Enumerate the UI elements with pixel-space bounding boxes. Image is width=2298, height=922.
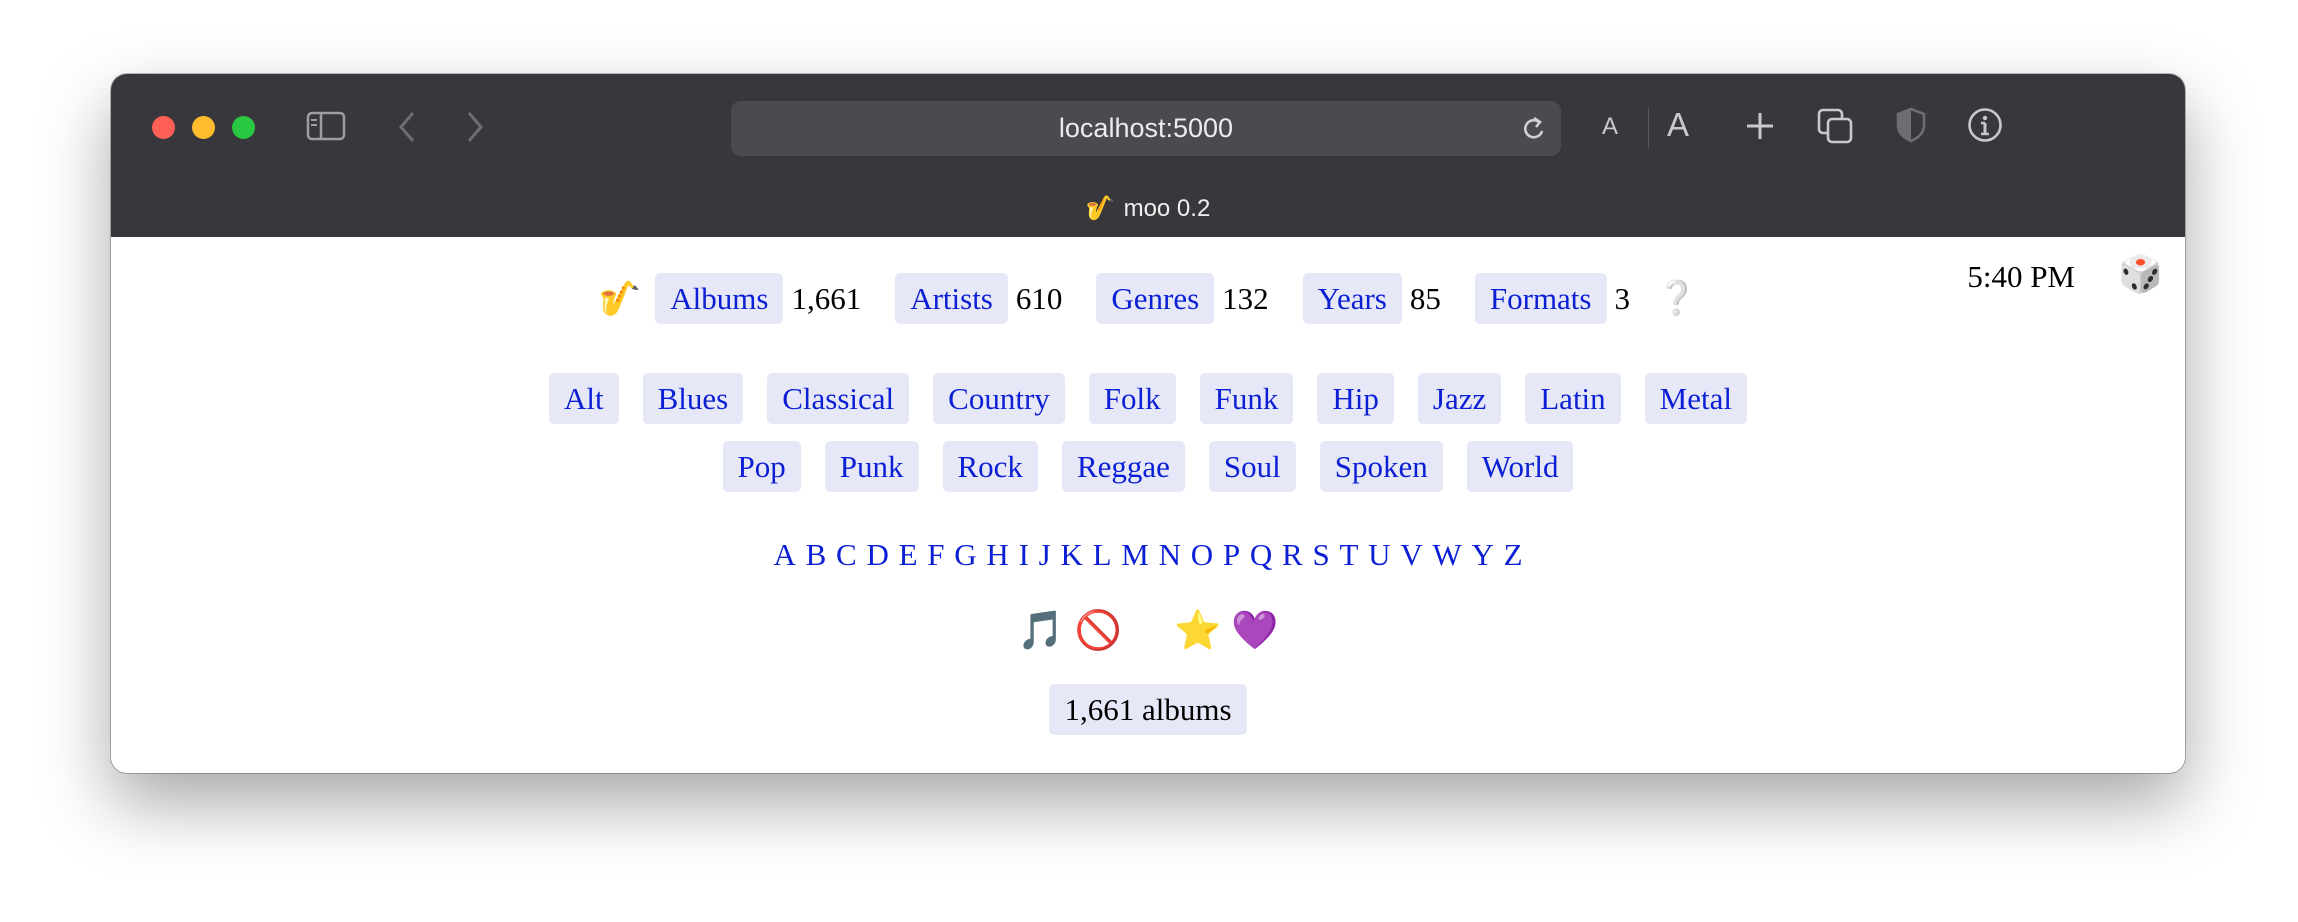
letter-link-i[interactable]: I (1019, 537, 1029, 572)
purple-heart-icon[interactable]: 💜 (1231, 610, 1278, 652)
genre-punk-button[interactable]: Punk (824, 441, 919, 492)
genre-spoken-button[interactable]: Spoken (1319, 441, 1443, 492)
saxophone-icon: 🎷 (1085, 195, 1116, 222)
letter-link-g[interactable]: G (954, 537, 976, 572)
genre-alt-button[interactable]: Alt (549, 373, 619, 424)
genre-blues-button[interactable]: Blues (642, 373, 744, 424)
stats-bar: 🎷 Albums 1,661 Artists 610 Genres 132 Years 85 Fo… (111, 273, 2185, 324)
artists-link[interactable]: Artists (895, 273, 1008, 324)
increase-font-button[interactable]: A (1667, 106, 1689, 144)
genre-hip-button[interactable]: Hip (1317, 373, 1394, 424)
genres-link[interactable]: Genres (1096, 273, 1215, 324)
privacy-shield-icon[interactable] (1896, 107, 1926, 143)
genre-reggae-button[interactable]: Reggae (1061, 441, 1185, 492)
genre-row-2: Pop Punk Rock Reggae Soul Spoken World (111, 441, 2185, 492)
back-icon[interactable] (396, 110, 418, 144)
address-bar[interactable]: localhost:5000 (731, 101, 1561, 156)
letter-link-l[interactable]: L (1093, 537, 1112, 572)
url-text[interactable]: localhost:5000 (731, 101, 1561, 156)
letter-link-w[interactable]: W (1432, 537, 1461, 572)
genre-metal-button[interactable]: Metal (1644, 373, 1747, 424)
letter-link-r[interactable]: R (1282, 537, 1303, 572)
album-total: 1,661 albums (111, 684, 2185, 735)
filter-icons: 🎵 🚫 ⭐ 💜 (111, 609, 2185, 653)
genre-folk-button[interactable]: Folk (1088, 373, 1176, 424)
genre-pop-button[interactable]: Pop (722, 441, 801, 492)
close-window-button[interactable] (152, 116, 175, 139)
toolbar-divider (1648, 108, 1649, 148)
letter-link-t[interactable]: T (1339, 537, 1358, 572)
genre-funk-button[interactable]: Funk (1199, 373, 1294, 424)
dice-icon[interactable]: 🎲 (2118, 253, 2163, 295)
alphabet-index: A B C D E F G H I J K L M N O P Q R S T … (111, 537, 2185, 573)
genre-country-button[interactable]: Country (933, 373, 1065, 424)
genre-rock-button[interactable]: Rock (942, 441, 1038, 492)
album-total-badge[interactable]: 1,661 albums (1049, 684, 1247, 735)
formats-link[interactable]: Formats (1474, 273, 1607, 324)
genre-classical-button[interactable]: Classical (767, 373, 910, 424)
help-icon[interactable]: ❔ (1656, 281, 1697, 317)
no-entry-icon[interactable]: 🚫 (1075, 610, 1122, 652)
tab-title[interactable]: 🎷 moo 0.2 (111, 192, 2185, 226)
years-link[interactable]: Years (1302, 273, 1402, 324)
forward-icon[interactable] (464, 110, 486, 144)
genre-world-button[interactable]: World (1466, 441, 1574, 492)
letter-link-q[interactable]: Q (1250, 537, 1272, 572)
letter-link-p[interactable]: P (1223, 537, 1240, 572)
minimize-window-button[interactable] (192, 116, 215, 139)
letter-link-j[interactable]: J (1039, 537, 1051, 572)
letter-link-k[interactable]: K (1060, 537, 1082, 572)
letter-link-o[interactable]: O (1191, 537, 1213, 572)
clock: 5:40 PM (1967, 259, 2075, 294)
tab-title-text: moo 0.2 (1123, 195, 1211, 222)
music-note-icon[interactable]: 🎵 (1017, 610, 1064, 652)
albums-link[interactable]: Albums (655, 273, 784, 324)
browser-toolbar: localhost:5000 A A 🎷 moo 0.2 (111, 74, 2185, 237)
new-tab-icon[interactable] (1744, 110, 1776, 142)
zoom-window-button[interactable] (232, 116, 255, 139)
info-icon[interactable] (1967, 107, 2003, 143)
letter-link-d[interactable]: D (866, 537, 888, 572)
letter-link-h[interactable]: H (986, 537, 1008, 572)
letter-link-m[interactable]: M (1121, 537, 1149, 572)
formats-count: 3 (1614, 280, 1631, 316)
genre-soul-button[interactable]: Soul (1208, 441, 1296, 492)
letter-link-a[interactable]: A (773, 537, 795, 572)
letter-link-f[interactable]: F (927, 537, 944, 572)
letter-link-n[interactable]: N (1159, 537, 1181, 572)
artists-count: 610 (1015, 280, 1063, 316)
sidebar-icon[interactable] (306, 111, 346, 141)
genres-count: 132 (1222, 280, 1269, 316)
genre-row-1: Alt Blues Classical Country Folk Funk Hip Jazz L… (111, 373, 2185, 424)
letter-link-y[interactable]: Y (1471, 537, 1493, 572)
letter-link-u[interactable]: U (1368, 537, 1390, 572)
tab-overview-icon[interactable] (1817, 108, 1853, 144)
browser-window: localhost:5000 A A 🎷 moo 0.2 🎷 Albums 1,661… (111, 74, 2185, 773)
letter-link-e[interactable]: E (899, 537, 918, 572)
letter-link-v[interactable]: V (1400, 537, 1422, 572)
years-count: 85 (1409, 280, 1441, 316)
albums-count: 1,661 (791, 280, 862, 316)
letter-link-b[interactable]: B (806, 537, 827, 572)
page-content: 🎷 Albums 1,661 Artists 610 Genres 132 Years 85 Fo… (111, 237, 2185, 773)
letter-link-s[interactable]: S (1312, 537, 1329, 572)
letter-link-z[interactable]: Z (1504, 537, 1523, 572)
decrease-font-button[interactable]: A (1602, 113, 1618, 141)
letter-link-c[interactable]: C (836, 537, 857, 572)
star-icon[interactable]: ⭐ (1174, 610, 1221, 652)
saxophone-logo-icon[interactable]: 🎷 (599, 281, 641, 318)
genre-latin-button[interactable]: Latin (1525, 373, 1621, 424)
reload-icon[interactable] (1521, 115, 1547, 148)
genre-jazz-button[interactable]: Jazz (1417, 373, 1502, 424)
